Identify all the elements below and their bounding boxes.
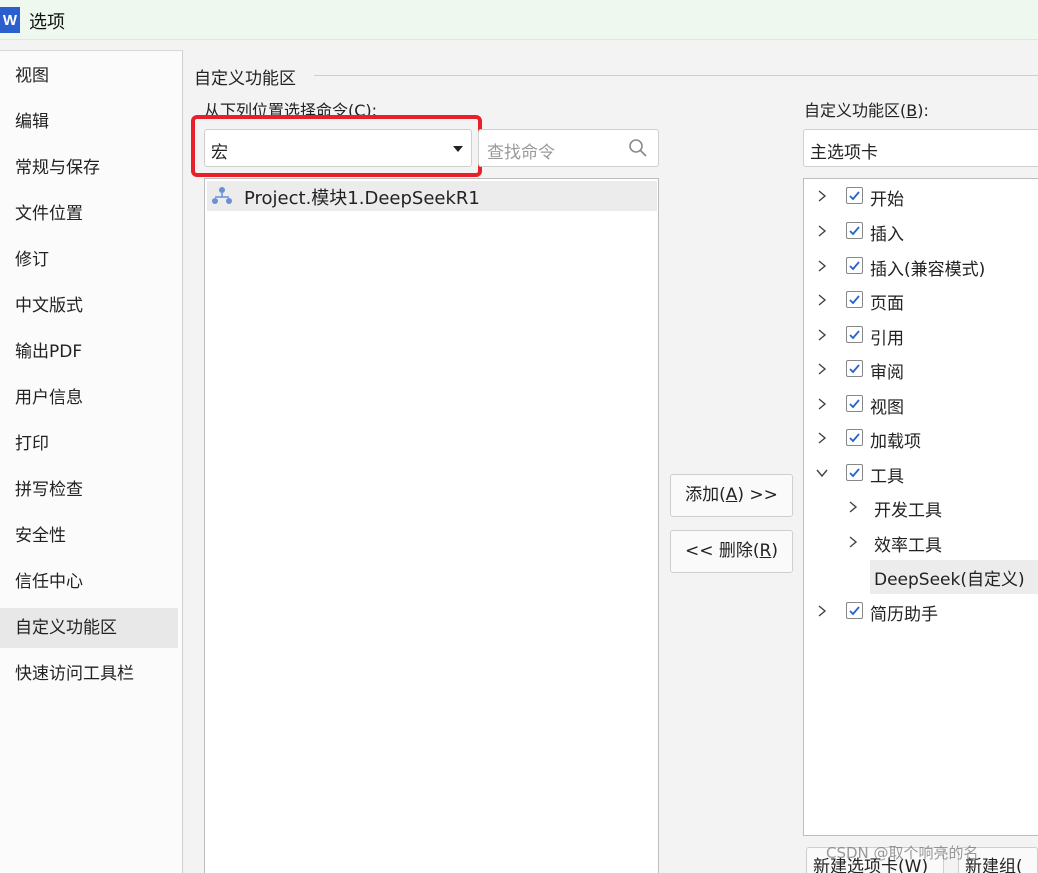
sidebar-item-revision[interactable]: 修订 bbox=[0, 240, 178, 280]
check-icon bbox=[849, 295, 860, 305]
command-list[interactable]: Project.模块1.DeepSeekR1 bbox=[204, 178, 659, 873]
sidebar-item-trust-center[interactable]: 信任中心 bbox=[0, 562, 178, 602]
checkbox[interactable] bbox=[846, 187, 863, 204]
sidebar-item-customize-ribbon[interactable]: 自定义功能区 bbox=[0, 608, 178, 648]
chevron-right-icon[interactable] bbox=[846, 535, 860, 549]
tree-item-label: 审阅 bbox=[870, 363, 904, 383]
highlight-box bbox=[191, 115, 482, 177]
tree-item-deepseek[interactable]: DeepSeek(自定义) bbox=[870, 560, 1038, 594]
tree-item-label: 开始 bbox=[870, 190, 904, 210]
tree-item-developer-tools[interactable]: 开发工具 bbox=[804, 491, 1038, 525]
list-item[interactable]: Project.模块1.DeepSeekR1 bbox=[207, 181, 657, 211]
sidebar-item-security[interactable]: 安全性 bbox=[0, 516, 178, 556]
search-icon[interactable] bbox=[628, 138, 648, 158]
check-icon bbox=[849, 468, 860, 478]
tree-item-page[interactable]: 页面 bbox=[804, 284, 1038, 318]
check-icon bbox=[849, 433, 860, 443]
tree-item-tools[interactable]: 工具 bbox=[804, 457, 1038, 491]
add-button[interactable]: 添加(A) >> bbox=[670, 474, 793, 517]
remove-button[interactable]: << 删除(R) bbox=[670, 530, 793, 573]
sidebar-item-view[interactable]: 视图 bbox=[0, 56, 178, 96]
tree-item-label: 工具 bbox=[870, 467, 904, 487]
tree-item-label: DeepSeek(自定义) bbox=[874, 570, 1025, 590]
group-divider bbox=[314, 75, 1038, 76]
tree-item-insert-compat[interactable]: 插入(兼容模式) bbox=[804, 250, 1038, 284]
tree-item-review[interactable]: 审阅 bbox=[804, 353, 1038, 387]
check-icon bbox=[849, 606, 860, 616]
check-icon bbox=[849, 226, 860, 236]
window-title: 选项 bbox=[29, 12, 65, 33]
check-icon bbox=[849, 330, 860, 340]
title-bar: W 选项 bbox=[0, 0, 1038, 40]
tree-item-label: 页面 bbox=[870, 294, 904, 314]
tree-item-resume-assistant[interactable]: 简历助手 bbox=[804, 595, 1038, 629]
chevron-right-icon[interactable] bbox=[815, 604, 829, 618]
sidebar-item-print[interactable]: 打印 bbox=[0, 424, 178, 464]
chevron-right-icon[interactable] bbox=[815, 328, 829, 342]
ribbon-tabs-value: 主选项卡 bbox=[810, 143, 878, 163]
check-icon bbox=[849, 399, 860, 409]
chevron-right-icon[interactable] bbox=[815, 397, 829, 411]
sidebar-item-user-info[interactable]: 用户信息 bbox=[0, 378, 178, 418]
tree-item-label: 引用 bbox=[870, 329, 904, 349]
chevron-right-icon[interactable] bbox=[815, 224, 829, 238]
chevron-down-icon[interactable] bbox=[815, 466, 829, 480]
options-sidebar: 视图 编辑 常规与保存 文件位置 修订 中文版式 输出PDF 用户信息 打印 拼… bbox=[0, 50, 183, 873]
ribbon-tabs-select[interactable]: 主选项卡 bbox=[803, 129, 1038, 167]
chevron-right-icon[interactable] bbox=[815, 259, 829, 273]
tree-item-label: 插入 bbox=[870, 225, 904, 245]
customize-ribbon-label: 自定义功能区(B): bbox=[804, 101, 929, 120]
sidebar-item-export-pdf[interactable]: 输出PDF bbox=[0, 332, 178, 372]
tree-item-label: 效率工具 bbox=[874, 536, 942, 556]
tree-item-label: 插入(兼容模式) bbox=[870, 260, 986, 280]
watermark: CSDN @取个响亮的名 bbox=[826, 844, 979, 862]
checkbox[interactable] bbox=[846, 326, 863, 343]
checkbox[interactable] bbox=[846, 602, 863, 619]
checkbox[interactable] bbox=[846, 291, 863, 308]
check-icon bbox=[849, 191, 860, 201]
tree-item-label: 开发工具 bbox=[874, 501, 942, 521]
chevron-right-icon[interactable] bbox=[846, 500, 860, 514]
tree-item-home[interactable]: 开始 bbox=[804, 180, 1038, 214]
sidebar-item-edit[interactable]: 编辑 bbox=[0, 102, 178, 142]
checkbox[interactable] bbox=[846, 257, 863, 274]
tree-item-label: 简历助手 bbox=[870, 605, 938, 625]
customize-ribbon-panel: 自定义功能区 从下列位置选择命令(C): 宏 查找命令 Project.模块1.… bbox=[184, 50, 1038, 873]
tree-item-insert[interactable]: 插入 bbox=[804, 215, 1038, 249]
checkbox[interactable] bbox=[846, 429, 863, 446]
chevron-right-icon[interactable] bbox=[815, 362, 829, 376]
checkbox[interactable] bbox=[846, 222, 863, 239]
tree-item-label: 视图 bbox=[870, 398, 904, 418]
sidebar-item-file-location[interactable]: 文件位置 bbox=[0, 194, 178, 234]
check-icon bbox=[849, 364, 860, 374]
check-icon bbox=[849, 261, 860, 271]
group-title: 自定义功能区 bbox=[194, 64, 300, 89]
chevron-right-icon[interactable] bbox=[815, 189, 829, 203]
tree-item-addins[interactable]: 加载项 bbox=[804, 422, 1038, 456]
macro-icon bbox=[212, 187, 232, 204]
sidebar-item-quick-access-toolbar[interactable]: 快速访问工具栏 bbox=[0, 654, 178, 694]
command-search-input[interactable]: 查找命令 bbox=[478, 129, 659, 167]
tree-item-view[interactable]: 视图 bbox=[804, 388, 1038, 422]
sidebar-item-general-save[interactable]: 常规与保存 bbox=[0, 148, 178, 188]
chevron-right-icon[interactable] bbox=[815, 293, 829, 307]
checkbox[interactable] bbox=[846, 395, 863, 412]
ribbon-tree[interactable]: 开始 插入 插入(兼容模式) 页面 引用 审阅 视图 加载项 工具 开发工具 效… bbox=[803, 178, 1038, 836]
checkbox[interactable] bbox=[846, 360, 863, 377]
search-placeholder: 查找命令 bbox=[487, 143, 555, 163]
sidebar-item-chinese-layout[interactable]: 中文版式 bbox=[0, 286, 178, 326]
tree-item-efficiency-tools[interactable]: 效率工具 bbox=[804, 526, 1038, 560]
chevron-right-icon[interactable] bbox=[815, 431, 829, 445]
sidebar-item-spell-check[interactable]: 拼写检查 bbox=[0, 470, 178, 510]
wps-writer-icon: W bbox=[0, 7, 20, 33]
tree-item-references[interactable]: 引用 bbox=[804, 319, 1038, 353]
checkbox[interactable] bbox=[846, 464, 863, 481]
tree-item-label: 加载项 bbox=[870, 432, 921, 452]
command-label: Project.模块1.DeepSeekR1 bbox=[244, 188, 480, 209]
